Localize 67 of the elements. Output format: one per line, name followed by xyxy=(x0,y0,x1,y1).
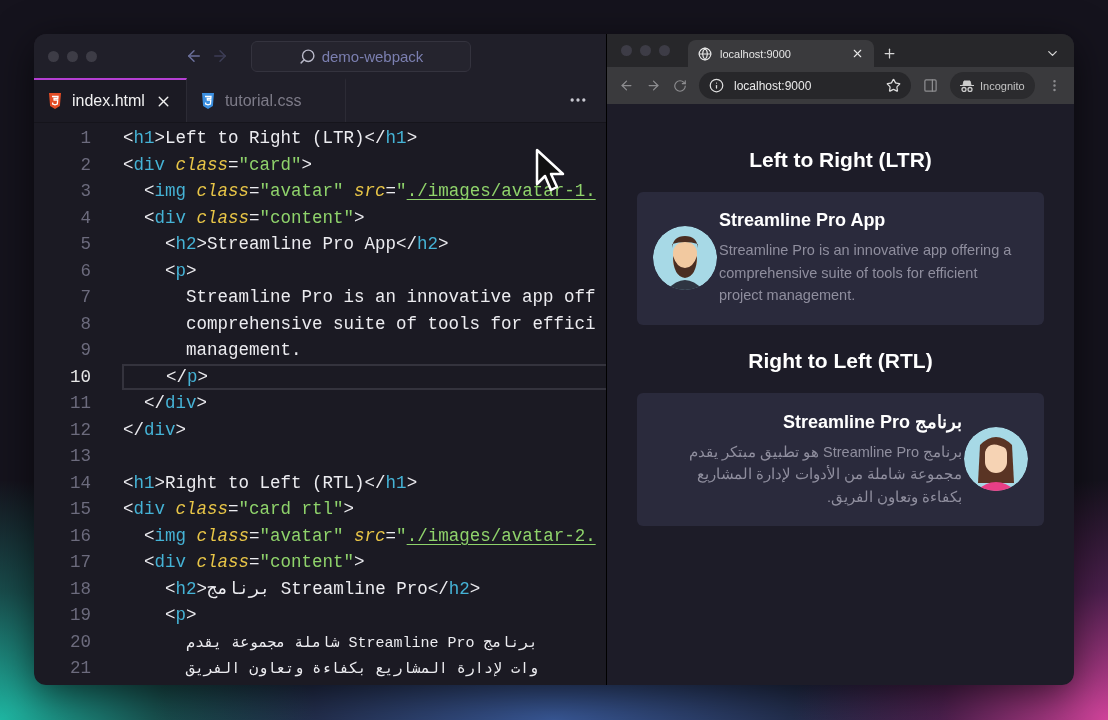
line-number: 1 xyxy=(79,128,91,149)
line-number: 5 xyxy=(79,234,91,255)
code-line: وات لإدارة المشاريع بكفاءة وتعاون الفريق xyxy=(185,660,539,679)
line-number: 4 xyxy=(79,207,91,228)
line-number: 16 xyxy=(69,525,91,546)
page-heading: Left to Right (LTR) xyxy=(748,148,933,172)
line-number: 12 xyxy=(69,419,91,440)
line-number: 8 xyxy=(79,313,91,334)
code-line: برنامج Streamline Pro شاملة مجموعة يقدم xyxy=(185,633,538,652)
code-line: <img class="avatar" src="./images/avatar-2. xyxy=(143,525,596,546)
code-line: <img class="avatar" src="./images/avatar-1. xyxy=(143,181,596,202)
line-number: 21 xyxy=(69,658,91,679)
code-line: </p> xyxy=(165,366,209,387)
code-line: <div class="card rtl"> xyxy=(123,499,355,520)
line-number: 11 xyxy=(69,393,91,414)
avatar xyxy=(964,427,1028,492)
line-number: 9 xyxy=(79,340,91,361)
code-line: <div class="content"> xyxy=(143,207,365,228)
line-number: 3 xyxy=(79,181,91,202)
search-icon xyxy=(298,47,316,65)
back-icon[interactable] xyxy=(185,47,203,65)
card-text: Streamline Pro is an innovative app offering a comprehensive suite of tools for efficient project management. xyxy=(719,241,1013,305)
reload-icon[interactable] xyxy=(673,78,687,93)
line-number: 2 xyxy=(79,154,91,175)
line-number: 14 xyxy=(69,472,91,493)
incognito-icon xyxy=(960,79,974,92)
code-line: management. xyxy=(185,340,302,361)
line-number: 17 xyxy=(69,552,91,573)
line-number: 10 xyxy=(69,366,91,387)
line-number: 18 xyxy=(69,578,91,599)
css-file-icon xyxy=(200,93,215,109)
avatar xyxy=(653,226,717,291)
globe-icon xyxy=(698,46,712,61)
code-line: <h2>Streamline Pro App</h2> xyxy=(164,234,449,255)
code-line: <div class="content"> xyxy=(143,552,365,573)
line-number: 19 xyxy=(69,605,91,626)
info-icon[interactable] xyxy=(709,78,724,93)
code-line: Streamline Pro is an innovative app off xyxy=(185,287,596,308)
line-number: 6 xyxy=(79,260,91,281)
close-icon[interactable] xyxy=(851,47,864,60)
editor-tab[interactable]: tutorial.css xyxy=(186,78,347,122)
forward-icon[interactable] xyxy=(646,78,661,93)
page-heading: Right to Left (RTL) xyxy=(747,348,934,373)
back-icon[interactable] xyxy=(619,78,634,93)
search-field[interactable]: demo-webpack xyxy=(251,40,471,72)
line-number: 20 xyxy=(69,631,91,652)
code-line: </div> xyxy=(123,419,187,440)
code-line: <h1>Right to Left (RTL)</h1> xyxy=(123,472,418,493)
side-panel-icon[interactable] xyxy=(923,78,938,93)
code-line: </div> xyxy=(143,393,208,414)
line-number: 13 xyxy=(69,446,91,467)
code-line: <div class="card"> xyxy=(123,154,313,175)
code-line: <p> xyxy=(164,605,197,626)
code-line: <p> xyxy=(164,260,197,281)
address-bar[interactable]: localhost:9000 xyxy=(699,72,911,99)
browser-tab[interactable]: localhost:9000 xyxy=(688,40,874,67)
code-line: comprehensive suite of tools for effici xyxy=(185,313,596,334)
line-number: 15 xyxy=(69,499,91,520)
card-text: برنامج Streamline Pro هو تطبيق مبتكر يقدم مجموعة شاملة من الأدوات لإدارة المشاريع بكفاءة وتعاون الفريق. xyxy=(687,442,962,508)
card-title: Streamline Pro App xyxy=(719,210,887,231)
line-number: 7 xyxy=(79,287,91,308)
html-file-icon xyxy=(48,93,62,109)
editor-tab[interactable]: index.html xyxy=(34,78,187,122)
card-title: برنامج Streamline Pro xyxy=(781,410,962,433)
code-line: <h1>Left to Right (LTR)</h1> xyxy=(123,128,418,149)
incognito-button[interactable]: Incognito xyxy=(950,72,1035,99)
star-icon[interactable] xyxy=(886,78,901,93)
